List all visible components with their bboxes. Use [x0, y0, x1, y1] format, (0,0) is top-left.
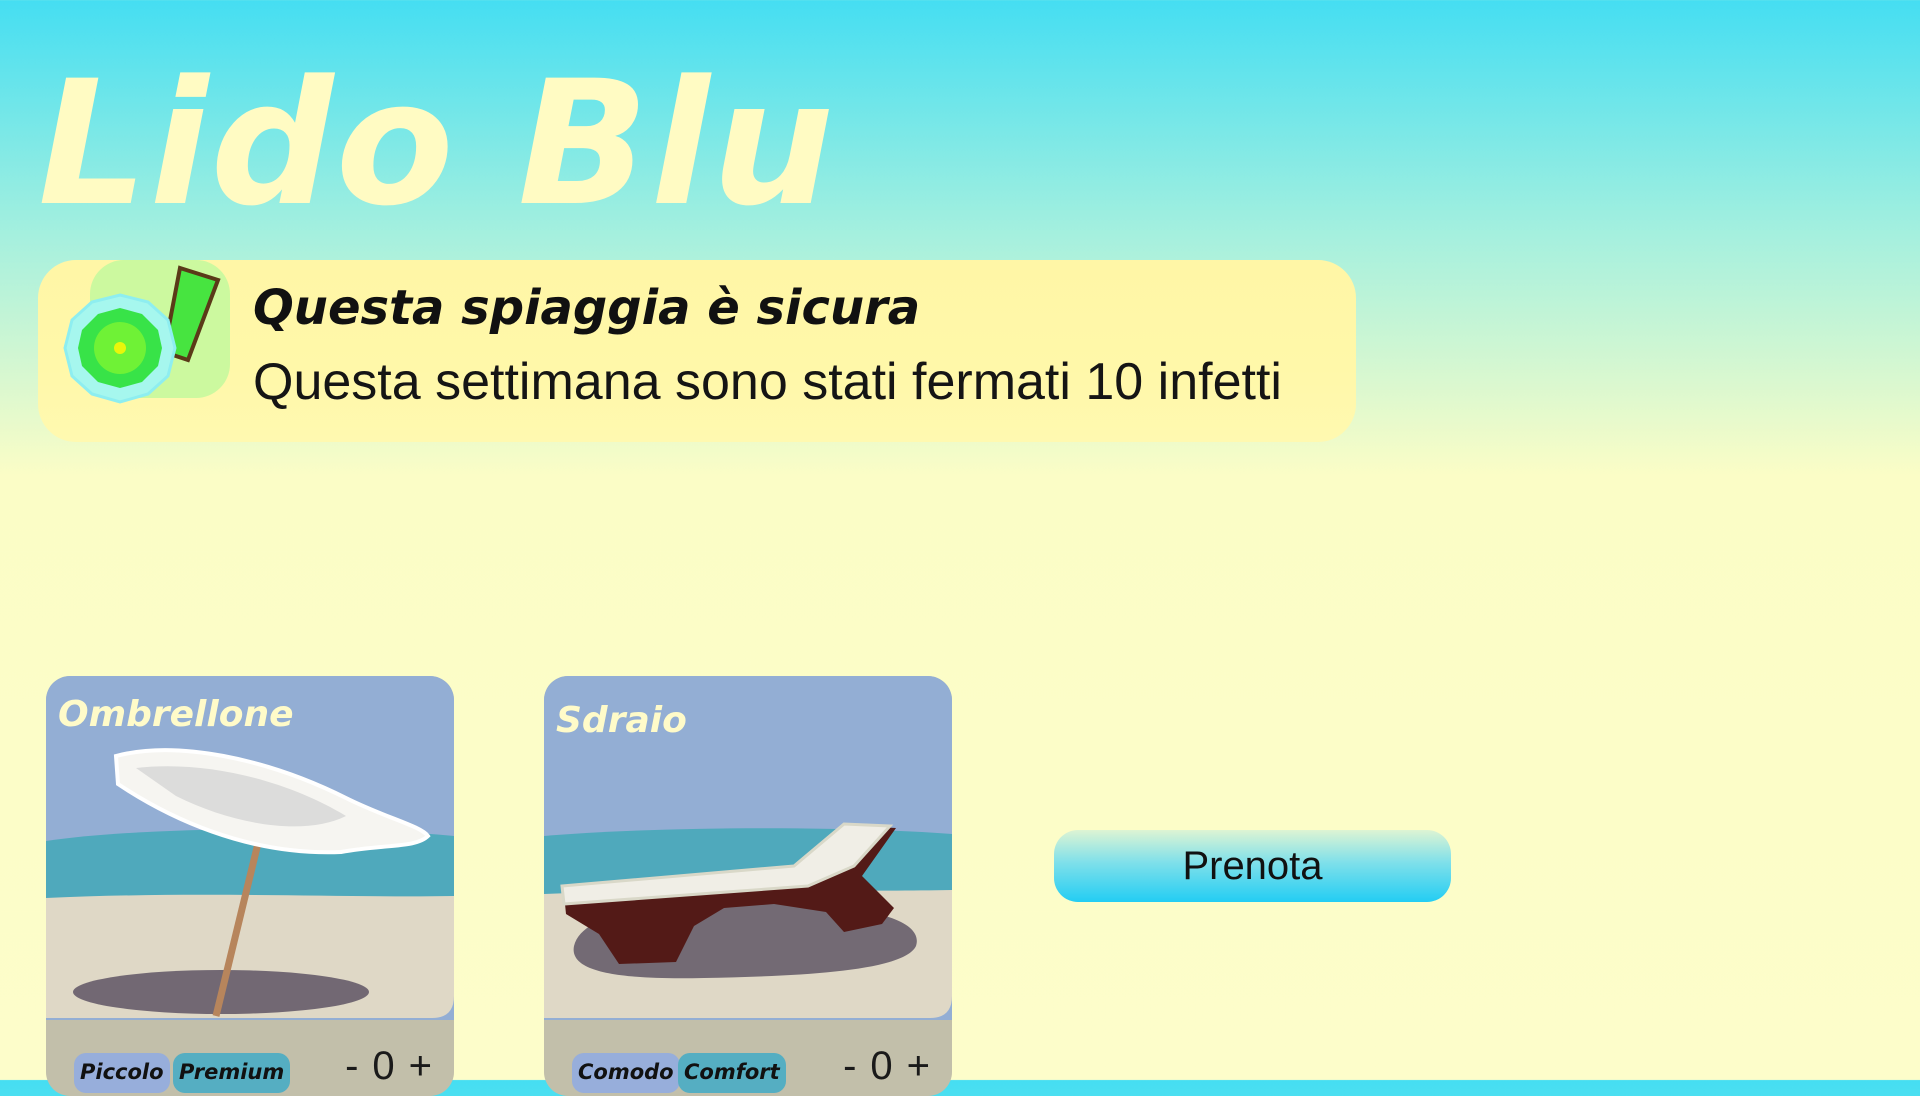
product-card-sdraio[interactable]: Sdraio Comodo Comfort - 0 +: [544, 676, 952, 1096]
banner-message: Questa settimana sono stati fermati 10 i…: [253, 353, 1282, 411]
card-title: Sdraio: [556, 700, 687, 741]
banner-title: Questa spiaggia è sicura: [253, 280, 921, 336]
book-button[interactable]: Prenota: [1054, 830, 1451, 902]
quantity-value: 0: [870, 1044, 893, 1088]
quantity-stepper[interactable]: - 0 +: [345, 1044, 432, 1089]
decrement-button[interactable]: -: [345, 1044, 358, 1089]
tag-size: Piccolo: [74, 1053, 170, 1093]
decrement-button[interactable]: -: [843, 1044, 856, 1089]
increment-button[interactable]: +: [409, 1044, 432, 1089]
app-title: Lido Blu: [38, 43, 837, 244]
quantity-stepper[interactable]: - 0 +: [843, 1044, 930, 1089]
safety-shield-icon: [63, 260, 230, 404]
increment-button[interactable]: +: [907, 1044, 930, 1089]
quantity-value: 0: [372, 1044, 395, 1088]
safety-banner: Questa spiaggia è sicura Questa settiman…: [38, 260, 1356, 442]
tag-tier: Comfort: [678, 1053, 786, 1093]
tag-comfort: Comodo: [572, 1053, 680, 1093]
tag-tier: Premium: [173, 1053, 291, 1093]
product-card-ombrellone[interactable]: Ombrellone Piccolo Premium - 0 +: [46, 676, 454, 1096]
card-title: Ombrellone: [58, 694, 294, 735]
